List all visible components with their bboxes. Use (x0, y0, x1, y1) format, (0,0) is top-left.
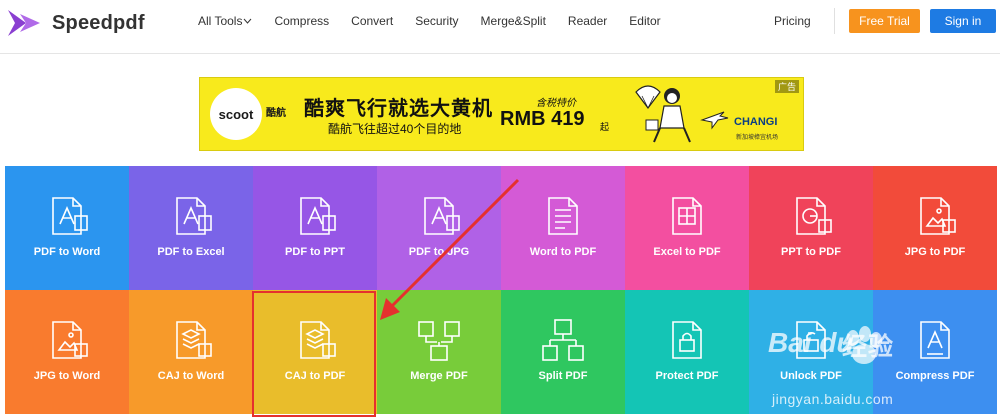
pdf-to-word-icon (52, 197, 88, 235)
ad-price: RMB 419 (500, 108, 585, 130)
merge-pdf-icon (418, 321, 460, 361)
ad-brand-logo: scoot (210, 88, 262, 140)
tool-tile-label: PDF to JPG (408, 246, 470, 258)
jpg-to-word-icon (52, 321, 88, 359)
pdf-to-jpg-icon (424, 197, 460, 235)
tool-tile-jpg-to-pdf[interactable]: JPG to PDF (873, 166, 997, 290)
tool-tile-label: PPT to PDF (781, 246, 841, 258)
ad-partner-sub: 新加坡樟宜机场 (736, 135, 779, 141)
watermark-brand: Bai du (768, 327, 854, 358)
tool-tile-label: CAJ to PDF (284, 370, 346, 382)
caj-to-pdf-icon (300, 321, 336, 359)
brand-name: Speedpdf (52, 11, 145, 34)
tool-tile-pdf-to-ppt[interactable]: PDF to PPT (253, 166, 377, 290)
nav-merge-split[interactable]: Merge&Split (481, 14, 546, 28)
tool-tile-caj-to-pdf[interactable]: CAJ to PDF (253, 290, 377, 414)
ad-price-label: 含税特价 (536, 98, 576, 109)
tool-tile-label: PDF to Word (33, 246, 101, 258)
tool-tile-split-pdf[interactable]: Split PDF (501, 290, 625, 414)
tool-tile-ppt-to-pdf[interactable]: PPT to PDF (749, 166, 873, 290)
ad-price-suffix: 起 (600, 122, 610, 132)
word-to-pdf-icon (548, 197, 578, 235)
brand-logo[interactable]: Speedpdf (6, 8, 145, 38)
watermark-url: jingyan.baidu.com (772, 391, 894, 407)
tool-tile-label: Compress PDF (895, 370, 975, 382)
tool-tile-pdf-to-word[interactable]: PDF to Word (5, 166, 129, 290)
ad-illustration-icon (635, 85, 729, 143)
excel-to-pdf-icon (672, 197, 702, 235)
header-divider (834, 8, 835, 34)
tool-tile-label: PDF to PPT (285, 246, 345, 258)
ppt-to-pdf-icon (796, 197, 832, 235)
tool-tile-label: PDF to Excel (157, 246, 225, 258)
free-trial-button[interactable]: Free Trial (849, 9, 920, 33)
split-pdf-icon (542, 319, 584, 361)
tool-tile-label: Word to PDF (529, 246, 597, 258)
compress-pdf-icon (920, 321, 950, 359)
caj-to-word-icon (176, 321, 212, 359)
nav-editor[interactable]: Editor (629, 14, 660, 28)
tool-tile-pdf-to-excel[interactable]: PDF to Excel (129, 166, 253, 290)
nav-all-tools[interactable]: All Tools (198, 14, 252, 28)
nav-reader[interactable]: Reader (568, 14, 607, 28)
tool-tile-label: CAJ to Word (157, 370, 225, 382)
tool-tile-label: JPG to PDF (904, 246, 966, 258)
watermark-text: 经验 (842, 333, 895, 361)
tool-tile-caj-to-word[interactable]: CAJ to Word (129, 290, 253, 414)
nav-pricing[interactable]: Pricing (774, 14, 811, 28)
speedpdf-logo-icon (8, 10, 40, 36)
chevron-down-icon (244, 18, 252, 24)
tool-tile-word-to-pdf[interactable]: Word to PDF (501, 166, 625, 290)
top-navbar: Speedpdf All Tools Compress Convert Secu… (0, 0, 1000, 54)
ad-brand-cn: 酷航 (266, 108, 286, 119)
nav-compress[interactable]: Compress (274, 14, 329, 28)
tool-tile-label: JPG to Word (33, 370, 101, 382)
protect-pdf-icon (672, 321, 702, 359)
tool-tile-protect-pdf[interactable]: Protect PDF (625, 290, 749, 414)
tool-grid: PDF to Word PDF to Excel PDF to PPT PDF to … (5, 166, 1000, 420)
tool-tile-pdf-to-jpg[interactable]: PDF to JPG (377, 166, 501, 290)
nav-all-tools-label: All Tools (198, 14, 243, 28)
tool-tile-label: Split PDF (538, 370, 588, 382)
ad-partner: CHANGI (734, 116, 778, 128)
tool-tile-label: Merge PDF (410, 370, 468, 382)
tool-tile-label: Unlock PDF (780, 370, 842, 382)
nav-security[interactable]: Security (415, 14, 458, 28)
ad-tag: 广告 (774, 80, 799, 93)
sign-in-button[interactable]: Sign in (930, 9, 996, 33)
pdf-to-excel-icon (176, 197, 212, 235)
tool-tile-label: Protect PDF (655, 370, 719, 382)
nav-convert[interactable]: Convert (351, 14, 393, 28)
tool-tile-merge-pdf[interactable]: Merge PDF (377, 290, 501, 414)
ad-title: 酷爽飞行就选大黄机 (304, 98, 493, 120)
ad-banner[interactable]: scoot 酷航 酷爽飞行就选大黄机 酷航飞往超过40个目的地 含税特价 RMB… (199, 77, 804, 151)
ad-subtitle: 酷航飞往超过40个目的地 (328, 122, 462, 136)
main-nav: All Tools Compress Convert Security Merg… (198, 14, 683, 28)
tool-tile-jpg-to-word[interactable]: JPG to Word (5, 290, 129, 414)
tool-tile-excel-to-pdf[interactable]: Excel to PDF (625, 166, 749, 290)
tool-tile-label: Excel to PDF (653, 246, 721, 258)
pdf-to-ppt-icon (300, 197, 336, 235)
jpg-to-pdf-icon (920, 197, 956, 235)
